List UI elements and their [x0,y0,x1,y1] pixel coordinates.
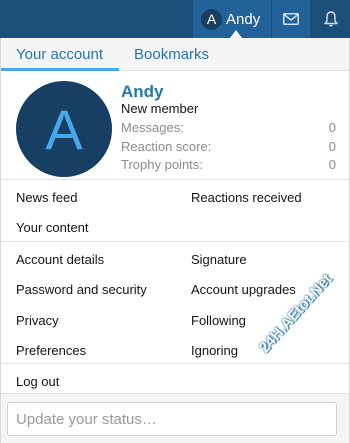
link-account-upgrades[interactable]: Account upgrades [191,282,296,297]
stat-label: Trophy points: [121,157,203,172]
stat-label: Reaction score: [121,139,212,154]
tab-your-account[interactable]: Your account [16,46,103,63]
link-news-feed[interactable]: News feed [16,190,77,205]
link-preferences[interactable]: Preferences [16,343,86,358]
link-following[interactable]: Following [191,313,246,328]
dropdown-pointer [230,30,242,38]
profile-username[interactable]: Andy [121,82,164,102]
link-password-security[interactable]: Password and security [16,282,147,297]
stat-value: 0 [328,120,336,135]
link-account-details[interactable]: Account details [16,252,104,267]
tab-bar: Your account Bookmarks [1,38,349,71]
link-your-content[interactable]: Your content [16,220,89,235]
link-privacy[interactable]: Privacy [16,313,59,328]
user-avatar-small: A [201,8,222,30]
account-dropdown-panel: Your account Bookmarks A Andy New member… [0,38,350,443]
link-ignoring[interactable]: Ignoring [191,343,238,358]
status-input[interactable] [7,402,337,436]
stat-value: 0 [328,139,336,154]
nav-username: Andy [226,10,261,28]
stat-label: Messages: [121,120,184,135]
logout-row: Log out [1,363,349,393]
activity-links: News feed Reactions received Your conten… [1,179,349,241]
stat-messages: Messages: 0 [121,120,336,135]
conversations-button[interactable] [272,0,310,38]
logout-link[interactable]: Log out [16,374,59,389]
alerts-button[interactable] [312,0,350,38]
link-reactions-received[interactable]: Reactions received [191,190,302,205]
stat-trophy-points: Trophy points: 0 [121,157,336,172]
stat-value: 0 [328,157,336,172]
user-title: New member [121,101,199,116]
top-navigation-bar: A Andy [0,0,350,38]
link-signature[interactable]: Signature [191,252,247,267]
profile-avatar[interactable]: A [16,81,112,177]
stat-reaction-score: Reaction score: 0 [121,139,336,154]
bell-icon [324,11,338,27]
envelope-icon [283,13,299,25]
tab-bookmarks[interactable]: Bookmarks [134,46,209,63]
status-update-area [1,393,349,443]
